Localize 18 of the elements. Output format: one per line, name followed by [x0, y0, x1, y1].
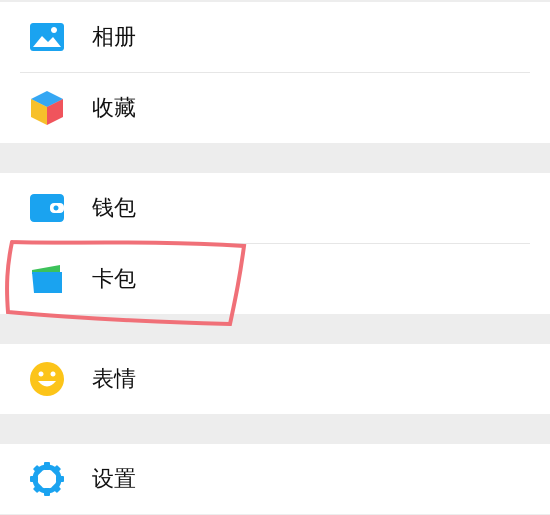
menu-label: 收藏: [92, 95, 136, 123]
menu-label: 表情: [92, 366, 136, 394]
menu-item[interactable]: 设置: [0, 444, 550, 514]
menu-item[interactable]: 卡包: [0, 244, 550, 314]
card-icon: [30, 264, 64, 294]
picture-icon: [30, 23, 64, 51]
smiley-icon: [30, 362, 64, 396]
menu-label: 钱包: [92, 195, 136, 223]
menu-item[interactable]: 收藏: [0, 73, 550, 143]
menu-label: 相册: [92, 24, 136, 52]
menu-label: 卡包: [92, 266, 136, 294]
menu-item[interactable]: 表情: [0, 344, 550, 414]
menu-item[interactable]: 相册: [0, 2, 550, 72]
menu-item[interactable]: 钱包: [0, 173, 550, 243]
menu-label: 设置: [92, 466, 136, 494]
settings-icon: [30, 462, 64, 496]
wallet-icon: [30, 194, 64, 222]
cube-icon: [30, 90, 64, 126]
